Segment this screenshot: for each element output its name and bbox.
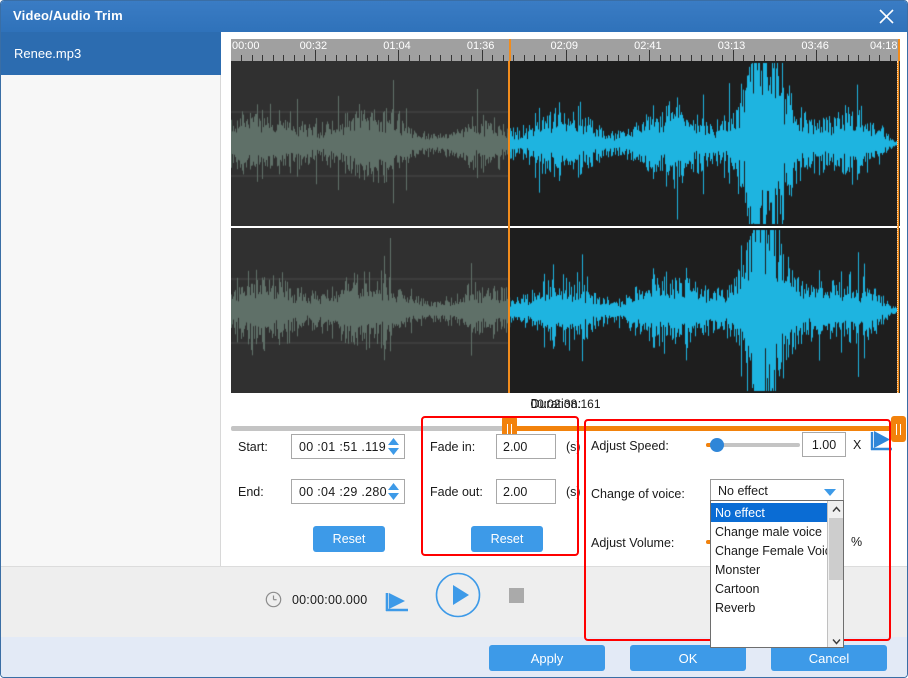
stop-button[interactable] xyxy=(509,588,524,603)
ruler-label: 00:00 xyxy=(232,40,260,52)
fade-in-unit: (s) xyxy=(566,440,581,454)
ruler-label: 02:41 xyxy=(634,40,662,52)
file-name-label: Renee.mp3 xyxy=(14,46,82,61)
dropdown-option[interactable]: Cartoon xyxy=(711,579,829,598)
dropdown-option[interactable]: Change male voice xyxy=(711,522,829,541)
apply-button[interactable]: Apply xyxy=(489,645,605,671)
start-label: Start: xyxy=(238,440,268,454)
ruler-label: 04:18 xyxy=(870,40,898,52)
scroll-up-icon[interactable] xyxy=(828,501,843,517)
fade-out-value: 2.00 xyxy=(503,484,528,499)
dropdown-scroll-thumb[interactable] xyxy=(829,518,843,580)
play-button[interactable] xyxy=(435,572,481,623)
clock-icon xyxy=(265,591,282,613)
selection-end-marker[interactable] xyxy=(896,61,899,393)
title-bar: Video/Audio Trim xyxy=(1,1,907,32)
play-to-marker-icon[interactable] xyxy=(382,589,412,620)
dropdown-option[interactable]: Monster xyxy=(711,560,829,579)
speed-value: 1.00 xyxy=(811,437,837,452)
ruler-label: 01:04 xyxy=(383,40,411,52)
voice-effect-dropdown[interactable]: No effect Change male voice Change Female … xyxy=(710,500,844,648)
end-label: End: xyxy=(238,485,264,499)
waveform-channel-right xyxy=(231,228,900,393)
fade-in-value: 2.00 xyxy=(503,439,528,454)
dropdown-option[interactable]: Reverb xyxy=(711,598,829,617)
ruler-start-marker[interactable] xyxy=(508,39,511,61)
file-list-sidebar: Renee.mp3 xyxy=(1,32,221,566)
fade-in-label: Fade in: xyxy=(430,440,476,454)
adjust-speed-label: Adjust Speed: xyxy=(591,439,669,453)
start-time-stepper[interactable] xyxy=(388,438,399,455)
close-icon[interactable] xyxy=(863,1,907,32)
ruler-tick xyxy=(565,50,567,61)
adjust-volume-label: Adjust Volume: xyxy=(591,536,675,550)
dropdown-option[interactable]: Change Female Voice xyxy=(711,541,838,560)
waveform-canvas-left xyxy=(231,61,900,226)
ruler-label: 03:46 xyxy=(801,40,829,52)
ruler-label: 02:09 xyxy=(550,40,579,52)
chevron-down-icon xyxy=(824,489,836,496)
fade-in-input[interactable]: 2.00 xyxy=(496,434,556,459)
window-title: Video/Audio Trim xyxy=(13,8,123,23)
start-time-field[interactable]: 00 :01 :51 .119 xyxy=(291,434,405,459)
ruler-tick xyxy=(816,50,818,61)
scroll-down-icon[interactable] xyxy=(828,633,843,647)
fade-out-label: Fade out: xyxy=(430,485,483,499)
fade-reset-button[interactable]: Reset xyxy=(471,526,543,552)
volume-unit-label: % xyxy=(851,535,863,549)
waveform-canvas-right xyxy=(231,228,900,393)
waveform-channel-left xyxy=(231,61,900,226)
ruler-tick xyxy=(398,50,400,61)
settings-panel: Start: 00 :01 :51 .119 End: 00 :04 :29 .… xyxy=(222,409,907,648)
fade-out-unit: (s) xyxy=(566,485,581,499)
change-of-voice-label: Change of voice: xyxy=(591,487,685,501)
ruler-label: 00:32 xyxy=(299,40,328,52)
start-time-value: 00 :01 :51 .119 xyxy=(299,439,386,454)
speed-unit-label: X xyxy=(853,438,862,452)
end-time-field[interactable]: 00 :04 :29 .280 xyxy=(291,479,405,504)
video-audio-trim-window: Video/Audio Trim Renee.mp3 00:00 00:32 01:… xyxy=(0,0,908,678)
dropdown-option[interactable]: No effect xyxy=(711,503,829,522)
voice-effect-selected: No effect xyxy=(718,484,768,498)
fade-out-input[interactable]: 2.00 xyxy=(496,479,556,504)
ok-button[interactable]: OK xyxy=(630,645,746,671)
end-time-stepper[interactable] xyxy=(388,483,399,500)
ruler-tick xyxy=(649,50,651,61)
speed-slider-knob[interactable] xyxy=(710,438,725,452)
play-preview-icon[interactable] xyxy=(868,429,896,458)
ruler-end-marker[interactable] xyxy=(897,39,900,61)
ruler-label: 03:13 xyxy=(717,40,746,52)
sidebar-item-file[interactable]: Renee.mp3 xyxy=(1,32,221,75)
ruler-tick xyxy=(481,50,483,61)
waveform-display[interactable] xyxy=(231,61,900,393)
timeline-ruler[interactable]: 00:00 00:32 01:04 01:36 02:09 02:41 03:13 03:46… xyxy=(231,39,900,61)
ruler-label: 01:36 xyxy=(466,40,495,52)
ruler-tick xyxy=(314,50,316,61)
ruler-tick xyxy=(732,50,734,61)
current-time-readout: 00:00:00.000 xyxy=(292,593,368,607)
trim-reset-button[interactable]: Reset xyxy=(313,526,385,552)
speed-slider[interactable] xyxy=(706,438,800,452)
end-time-value: 00 :04 :29 .280 xyxy=(299,484,387,499)
dropdown-scrollbar[interactable] xyxy=(827,501,843,647)
speed-value-input[interactable]: 1.00 xyxy=(802,432,846,457)
cancel-button[interactable]: Cancel xyxy=(771,645,887,671)
selection-start-marker[interactable] xyxy=(507,61,510,393)
